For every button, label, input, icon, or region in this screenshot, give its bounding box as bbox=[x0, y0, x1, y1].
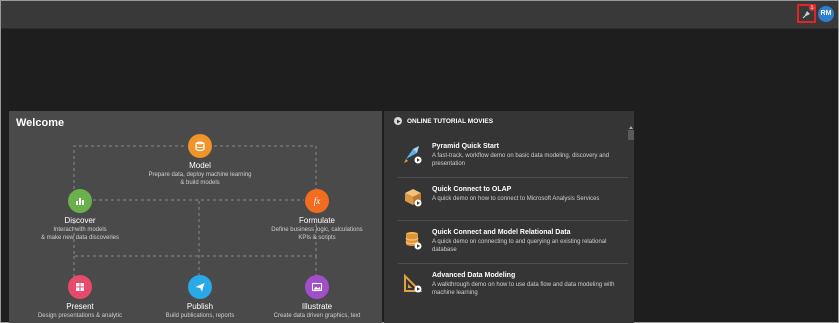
ruler-icon bbox=[404, 273, 423, 293]
database-icon bbox=[188, 134, 212, 158]
tutorial-item[interactable]: Advanced Data Modeling A walkthrough dem… bbox=[398, 264, 628, 306]
play-circle-icon bbox=[394, 117, 402, 125]
publish-desc: Build publications, reports bbox=[165, 313, 235, 319]
tutorial-desc: A quick demo on how to connect to Micros… bbox=[432, 196, 600, 202]
illustrate-desc: Create data driven graphics, text bbox=[273, 313, 361, 319]
illustrate-node[interactable]: Illustrate Create data driven graphics, … bbox=[257, 275, 377, 320]
tutorials-heading-text: ONLINE TUTORIAL MOVIES bbox=[407, 117, 494, 125]
discover-desc: Interact with models bbox=[53, 227, 107, 233]
model-title: Model bbox=[189, 161, 211, 170]
bar-chart-icon bbox=[68, 189, 92, 213]
model-desc-2: & build models bbox=[180, 180, 220, 186]
scroll-up-arrow[interactable] bbox=[629, 126, 633, 129]
formulate-title: Formulate bbox=[298, 216, 335, 225]
welcome-panel: Welcome Model Prepare data, deploy machi… bbox=[9, 111, 382, 323]
discover-desc-2: & make new data discoveries bbox=[40, 235, 120, 241]
tutorial-title: Advanced Data Modeling bbox=[432, 272, 516, 279]
function-icon: fx bbox=[305, 189, 329, 213]
present-title: Present bbox=[66, 302, 94, 311]
rocket-icon bbox=[404, 146, 422, 164]
publish-title: Publish bbox=[186, 302, 214, 311]
discover-title: Discover bbox=[64, 216, 96, 225]
grid-icon bbox=[68, 275, 92, 299]
cube-icon bbox=[405, 189, 422, 207]
avatar[interactable]: RM bbox=[818, 6, 834, 22]
tutorial-desc: A walkthrough demo on how to use data fl… bbox=[432, 282, 615, 296]
formulate-desc: Define business logic, calculations bbox=[271, 227, 363, 233]
database-icon bbox=[405, 232, 422, 250]
present-node[interactable]: Present Design presentations & analytic bbox=[20, 275, 140, 320]
tutorial-item[interactable]: Pyramid Quick Start A fast-track, workfl… bbox=[398, 135, 628, 178]
tutorial-list: Pyramid Quick Start A fast-track, workfl… bbox=[398, 135, 628, 306]
tutorials-heading: ONLINE TUTORIAL MOVIES bbox=[394, 117, 493, 125]
publish-node[interactable]: Publish Build publications, reports bbox=[140, 275, 260, 320]
send-icon bbox=[188, 275, 212, 299]
tutorial-desc: A fast-track, workflow demo on basic dat… bbox=[432, 153, 610, 167]
formulate-node[interactable]: fx Formulate Define business logic, calc… bbox=[257, 189, 377, 242]
formulate-desc-2: KPIs & scripts bbox=[298, 235, 336, 241]
tutorial-title: Pyramid Quick Start bbox=[432, 143, 499, 150]
tutorial-title: Quick Connect to OLAP bbox=[432, 186, 512, 193]
tutorial-item[interactable]: Quick Connect to OLAP A quick demo on ho… bbox=[398, 178, 628, 221]
tutorial-title: Quick Connect and Model Relational Data bbox=[432, 229, 571, 236]
present-desc: Design presentations & analytic bbox=[37, 313, 123, 319]
discover-node[interactable]: Discover Interact with models & make new… bbox=[20, 189, 140, 242]
model-desc: Prepare data, deploy machine learning bbox=[148, 172, 252, 178]
notification-badge: 1 bbox=[809, 5, 815, 11]
tutorial-item[interactable]: Quick Connect and Model Relational Data … bbox=[398, 221, 628, 264]
illustrate-title: Illustrate bbox=[301, 302, 333, 311]
model-node[interactable]: Model Prepare data, deploy machine learn… bbox=[140, 134, 260, 187]
scrollbar-thumb[interactable] bbox=[628, 130, 634, 140]
tutorials-panel: ONLINE TUTORIAL MOVIES Pyramid Quick Sta… bbox=[384, 111, 634, 323]
tutorial-desc: A quick demo on connecting to and queryi… bbox=[432, 239, 607, 253]
image-icon bbox=[305, 275, 329, 299]
top-bar: 1 RM bbox=[1, 1, 838, 29]
